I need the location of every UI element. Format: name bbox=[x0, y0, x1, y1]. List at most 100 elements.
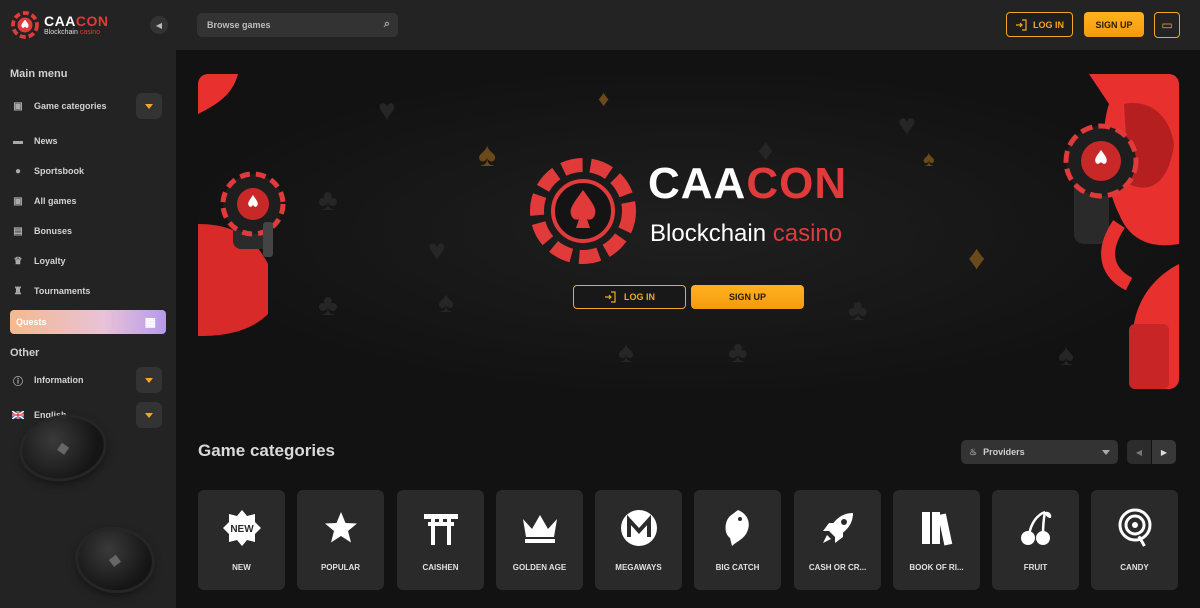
cherry-icon bbox=[1016, 508, 1056, 548]
hero-brand-name: CAACON bbox=[648, 159, 848, 208]
sidebar-item-label: News bbox=[34, 136, 58, 146]
sidebar-item-all-games[interactable]: ▣ All games bbox=[10, 189, 162, 213]
chat-icon: ▭ bbox=[1161, 18, 1173, 32]
category-card-new[interactable]: NEW NEW bbox=[198, 490, 285, 590]
crown-icon: ♛ bbox=[13, 255, 23, 267]
quests-label: Quests bbox=[16, 317, 47, 327]
login-button[interactable]: LOG IN bbox=[1006, 12, 1073, 37]
logo-subtitle: Blockchain casino bbox=[44, 29, 101, 36]
category-label: BOOK OF RI... bbox=[909, 563, 964, 572]
category-label: NEW bbox=[232, 563, 251, 572]
quests-button[interactable]: Quests ▦ bbox=[10, 310, 166, 334]
chip-logo-icon bbox=[530, 158, 636, 264]
carousel-next-button[interactable]: ▶ bbox=[1152, 440, 1176, 464]
chevron-down-icon bbox=[1102, 450, 1110, 455]
app: CAACON Blockchain casino ◀ Main menu ▣ G… bbox=[0, 0, 1200, 608]
ethereum-icon: ◆ bbox=[107, 551, 123, 570]
expand-button[interactable] bbox=[136, 402, 162, 428]
category-label: FRUIT bbox=[1023, 563, 1048, 572]
diamond-suit-icon: ♦ bbox=[968, 239, 986, 277]
login-label: LOG IN bbox=[1033, 19, 1064, 30]
category-card-book-of-riches[interactable]: BOOK OF RI... bbox=[893, 490, 980, 590]
sidebar-item-sportsbook[interactable]: ● Sportsbook bbox=[10, 159, 162, 183]
club-suit-icon: ♣ bbox=[318, 184, 338, 217]
fish-icon bbox=[718, 508, 758, 548]
rocket-icon bbox=[818, 508, 858, 548]
new-badge-icon: NEW bbox=[222, 508, 262, 548]
category-card-big-catch[interactable]: BIG CATCH bbox=[694, 490, 781, 590]
club-suit-icon: ♣ bbox=[728, 336, 748, 369]
ball-icon: ● bbox=[14, 165, 22, 177]
sidebar-item-tournaments[interactable]: ♜ Tournaments bbox=[10, 279, 162, 303]
game-categories-title: Game categories bbox=[198, 441, 336, 460]
brand-logo[interactable]: CAACON Blockchain casino bbox=[10, 8, 130, 42]
hero-signup-button[interactable]: SIGN UP bbox=[691, 285, 804, 309]
sidebar-collapse-button[interactable]: ◀ bbox=[150, 16, 168, 34]
category-label: MEGAWAYS bbox=[615, 563, 662, 572]
category-card-megaways[interactable]: MEGAWAYS bbox=[595, 490, 682, 590]
login-icon bbox=[605, 291, 616, 303]
sidebar-item-loyalty[interactable]: ♛ Loyalty bbox=[10, 249, 162, 273]
expand-button[interactable] bbox=[136, 93, 162, 119]
club-suit-icon: ♣ bbox=[848, 294, 868, 327]
category-card-popular[interactable]: POPULAR bbox=[297, 490, 384, 590]
sidebar-item-game-categories[interactable]: ▣ Game categories bbox=[10, 93, 162, 119]
carousel-prev-button[interactable]: ◀ bbox=[1127, 440, 1151, 464]
hero-login-label: LOG IN bbox=[624, 292, 655, 302]
logo-name: CAACON bbox=[44, 13, 109, 29]
sidebar-item-bonuses[interactable]: ▤ Bonuses bbox=[10, 219, 162, 243]
books-icon bbox=[917, 508, 957, 548]
heart-suit-icon: ♥ bbox=[428, 234, 446, 267]
search-placeholder: Browse games bbox=[207, 20, 271, 30]
category-card-candy[interactable]: CANDY bbox=[1091, 490, 1178, 590]
category-card-cash-or-crash[interactable]: CASH OR CR... bbox=[794, 490, 881, 590]
login-icon bbox=[1016, 18, 1027, 31]
search-input[interactable]: Browse games ⌕ bbox=[197, 13, 398, 37]
uk-flag-icon bbox=[10, 407, 26, 423]
category-label: CASH OR CR... bbox=[808, 563, 867, 572]
sidebar-item-label: Game categories bbox=[34, 101, 107, 111]
chevron-down-icon bbox=[145, 377, 153, 383]
sidebar-item-label: Information bbox=[34, 375, 84, 385]
category-label: GOLDEN AGE bbox=[512, 563, 567, 572]
category-label: CAISHEN bbox=[422, 563, 459, 572]
main-menu-title: Main menu bbox=[10, 68, 68, 80]
megaways-icon bbox=[619, 508, 659, 548]
search-icon: ⌕ bbox=[383, 18, 390, 30]
category-card-fruit[interactable]: FRUIT bbox=[992, 490, 1079, 590]
hero-brand-logo: CAACON Blockchain casino bbox=[528, 152, 858, 272]
sidebar-item-news[interactable]: ▬ News bbox=[10, 129, 162, 153]
ethereum-icon: ◆ bbox=[55, 439, 71, 458]
crown-icon bbox=[520, 508, 560, 548]
hero-login-button[interactable]: LOG IN bbox=[573, 285, 686, 309]
fire-icon: ♨ bbox=[969, 446, 978, 457]
providers-dropdown[interactable]: ♨ Providers bbox=[961, 440, 1118, 464]
sidebar-item-label: Sportsbook bbox=[34, 166, 85, 176]
torii-gate-icon bbox=[421, 508, 461, 548]
heart-suit-icon: ♥ bbox=[898, 109, 916, 142]
chat-button[interactable]: ▭ bbox=[1154, 12, 1180, 38]
expand-button[interactable] bbox=[136, 367, 162, 393]
signup-label: SIGN UP bbox=[1095, 19, 1133, 30]
lollipop-icon bbox=[1115, 508, 1155, 548]
chip-logo-icon bbox=[11, 11, 39, 39]
chevron-left-icon: ◀ bbox=[155, 20, 163, 30]
category-card-golden-age[interactable]: GOLDEN AGE bbox=[496, 490, 583, 590]
hero-banner: ♥ ♦ ♠ ♦ ♥ ♠ ♣ ♥ ♦ ♣ ♠ ♣ ♠ ♣ ♠ CAACON Blo… bbox=[198, 74, 1179, 389]
hero-brand-subtitle: Blockchain casino bbox=[650, 220, 843, 247]
providers-label: Providers bbox=[983, 447, 1025, 457]
chevron-left-icon: ◀ bbox=[1135, 447, 1143, 457]
star-icon bbox=[321, 508, 361, 548]
hero-signup-label: SIGN UP bbox=[728, 292, 766, 302]
gift-icon: ▦ bbox=[144, 315, 156, 329]
other-title: Other bbox=[10, 347, 40, 359]
gamepad-icon: ▣ bbox=[13, 100, 23, 112]
diamond-suit-icon: ♦ bbox=[598, 86, 610, 111]
sidebar-item-label: All games bbox=[34, 196, 77, 206]
spade-suit-icon: ♠ bbox=[923, 146, 935, 171]
category-label: BIG CATCH bbox=[715, 563, 760, 572]
heart-suit-icon: ♥ bbox=[378, 94, 396, 127]
sidebar-item-information[interactable]: ⓘ Information bbox=[10, 367, 162, 393]
category-card-caishen[interactable]: CAISHEN bbox=[397, 490, 484, 590]
signup-button[interactable]: SIGN UP bbox=[1084, 12, 1144, 37]
